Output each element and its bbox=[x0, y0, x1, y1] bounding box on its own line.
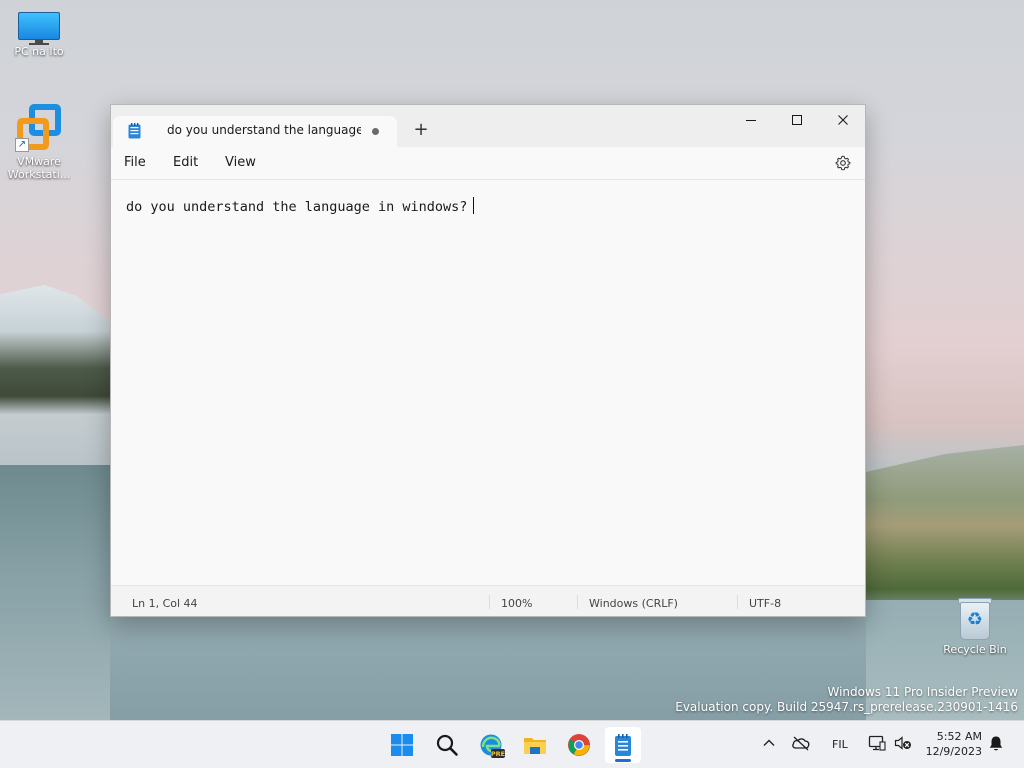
close-icon bbox=[838, 115, 848, 125]
desktop-icon-label: VMware Workstati... bbox=[7, 155, 71, 181]
volume-muted-icon[interactable] bbox=[894, 735, 912, 755]
status-divider bbox=[489, 595, 490, 609]
desktop: PC na Ito ↗ VMware Workstati... ♻ Recycl… bbox=[0, 0, 1024, 768]
editor-content-line[interactable]: do you understand the language in window… bbox=[126, 197, 475, 215]
taskbar-chrome-button[interactable] bbox=[561, 727, 597, 763]
menu-file[interactable]: File bbox=[124, 155, 146, 170]
edge-pre-badge: PRE bbox=[491, 750, 505, 758]
notepad-window: do you understand the language ir + File… bbox=[110, 104, 866, 617]
taskbar-notepad-button[interactable] bbox=[605, 727, 641, 763]
active-app-indicator bbox=[615, 759, 631, 762]
shortcut-arrow-icon: ↗ bbox=[15, 138, 29, 152]
desktop-icon-recycle-bin[interactable]: ♻ Recycle Bin bbox=[936, 596, 1014, 656]
system-clock[interactable]: 5:52 AM 12/9/2023 bbox=[920, 729, 982, 759]
vmware-icon: ↗ bbox=[15, 104, 63, 152]
file-explorer-icon bbox=[524, 738, 546, 754]
status-line-ending[interactable]: Windows (CRLF) bbox=[589, 597, 678, 610]
status-encoding[interactable]: UTF-8 bbox=[749, 597, 781, 610]
close-button[interactable] bbox=[820, 105, 866, 135]
status-cursor-position: Ln 1, Col 44 bbox=[132, 597, 198, 610]
network-icon[interactable] bbox=[868, 735, 886, 755]
text-caret bbox=[473, 197, 475, 214]
search-icon bbox=[436, 734, 458, 756]
title-bar[interactable]: do you understand the language ir + bbox=[111, 105, 865, 147]
menu-edit[interactable]: Edit bbox=[173, 155, 198, 170]
status-zoom[interactable]: 100% bbox=[501, 597, 532, 610]
minimize-icon bbox=[746, 120, 756, 121]
desktop-icon-label: PC na Ito bbox=[14, 45, 64, 58]
chrome-icon bbox=[568, 734, 590, 756]
taskbar: PRE FIL 5:52 AM 12/9/2023 bbox=[0, 720, 1024, 768]
menu-bar: File Edit View bbox=[111, 147, 865, 180]
clock-time: 5:52 AM bbox=[936, 730, 982, 743]
wallpaper-hill bbox=[0, 285, 110, 470]
tray-chevron-up-icon[interactable] bbox=[762, 735, 776, 754]
taskbar-file-explorer-button[interactable] bbox=[517, 727, 553, 763]
menu-view[interactable]: View bbox=[225, 155, 256, 170]
notepad-icon bbox=[615, 734, 631, 756]
taskbar-edge-button[interactable]: PRE bbox=[473, 727, 509, 763]
wallpaper-water bbox=[0, 465, 110, 725]
desktop-icon-vmware[interactable]: ↗ VMware Workstati... bbox=[0, 104, 78, 181]
monitor-icon bbox=[18, 12, 60, 45]
unsaved-dot-icon[interactable] bbox=[372, 128, 379, 135]
watermark-line1: Windows 11 Pro Insider Preview bbox=[827, 685, 1018, 699]
maximize-icon bbox=[792, 115, 802, 125]
editor-text: do you understand the language in window… bbox=[126, 199, 468, 215]
text-editor[interactable]: do you understand the language in window… bbox=[111, 180, 865, 585]
status-divider bbox=[737, 595, 738, 609]
minimize-button[interactable] bbox=[728, 105, 774, 135]
tab-title: do you understand the language ir bbox=[167, 123, 361, 137]
new-tab-button[interactable]: + bbox=[409, 118, 433, 142]
edge-icon: PRE bbox=[480, 734, 505, 758]
recycle-bin-icon: ♻ bbox=[958, 596, 992, 640]
settings-gear-icon[interactable] bbox=[835, 155, 851, 171]
taskbar-search-button[interactable] bbox=[429, 727, 465, 763]
onedrive-offline-icon[interactable] bbox=[791, 735, 811, 755]
windows-logo-icon bbox=[391, 734, 413, 756]
notification-bell-icon[interactable] bbox=[988, 735, 1004, 756]
tab-document[interactable]: do you understand the language ir bbox=[113, 116, 397, 147]
status-divider bbox=[577, 595, 578, 609]
clock-date: 12/9/2023 bbox=[925, 745, 982, 758]
notepad-icon bbox=[128, 123, 141, 139]
start-button[interactable] bbox=[384, 727, 420, 763]
maximize-button[interactable] bbox=[774, 105, 820, 135]
input-language-indicator[interactable]: FIL bbox=[832, 738, 848, 751]
watermark-line2: Evaluation copy. Build 25947.rs_prerelea… bbox=[675, 700, 1018, 714]
status-bar: Ln 1, Col 44 100% Windows (CRLF) UTF-8 bbox=[111, 585, 865, 616]
windows-watermark: Windows 11 Pro Insider Preview Evaluatio… bbox=[675, 685, 1018, 715]
desktop-icon-this-pc[interactable]: PC na Ito bbox=[0, 12, 78, 58]
desktop-icon-label: Recycle Bin bbox=[943, 643, 1007, 656]
